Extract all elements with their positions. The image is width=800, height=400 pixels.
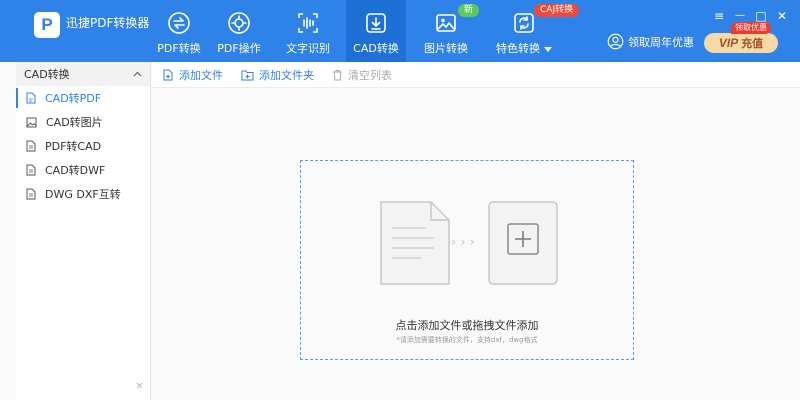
image-file-icon [26,117,37,127]
sidebar-item-label: DWG DXF互转 [45,188,121,201]
tab-label: CAD转换 [353,42,399,55]
caj-badge: CAJ转换 [534,4,580,17]
anniversary-promo[interactable]: 领取周年优惠 [607,33,694,50]
vip-text: 充值 [741,37,764,50]
tab-label: PDF转换 [157,42,201,55]
resize-grip-icon[interactable] [136,382,143,389]
sidebar-item-label: PDF转CAD [45,140,102,153]
dwf-file-icon [26,164,36,176]
add-folder-icon [241,70,254,80]
chevron-up-icon [133,71,142,77]
new-badge: 新 [458,4,480,17]
refresh-box-icon [514,13,534,33]
sidebar-item-cad-to-image[interactable]: CAD转图片 [16,110,150,134]
tab-pdf-convert[interactable]: PDF转换 [157,0,201,62]
sidebar: CAD转换 CAD转PDF CAD转图片 PDF转CAD CAD转DWF DWG… [16,62,151,400]
app-title: 迅捷PDF转换器 [66,16,150,30]
swap-circle-icon [168,12,190,34]
chevron-down-icon [544,46,552,52]
sidebar-item-label: CAD转图片 [46,116,103,129]
discount-tag: 领取优惠 [731,22,771,34]
title-bar: P 迅捷PDF转换器 PDF转换 PDF操作 文字识别 CAD转换 图片转换 新… [0,0,800,62]
tab-label-text: 特色转换 [496,42,540,55]
tab-label: 特色转换 [496,40,552,56]
sidebar-item-label: CAD转DWF [45,164,106,177]
vip-recharge-button[interactable]: VIP 充值 [704,33,778,53]
maximize-icon[interactable]: □ [755,10,767,22]
add-file-button[interactable]: 添加文件 [162,67,223,83]
image-icon [436,14,456,32]
file-toolbar: 添加文件 添加文件夹 清空列表 [152,62,800,88]
pdf-file-icon [26,92,36,104]
close-icon[interactable]: ✕ [776,10,788,22]
user-circle-icon [607,33,624,50]
gear-circle-icon [228,12,250,34]
minimize-icon[interactable]: — [734,10,746,22]
tab-pdf-operate[interactable]: PDF操作 [216,0,262,62]
add-folder-label: 添加文件夹 [259,68,314,82]
arrows-icon: › › › [451,235,475,250]
tab-label: 文字识别 [286,42,330,55]
tab-text-ocr[interactable]: 文字识别 [285,0,331,62]
drop-main-text: 点击添加文件或拖拽文件添加 [395,319,539,332]
tab-label: PDF操作 [217,42,261,55]
sidebar-item-pdf-to-cad[interactable]: PDF转CAD [16,134,150,158]
sidebar-item-cad-to-pdf[interactable]: CAD转PDF [16,86,150,110]
add-file-label: 添加文件 [179,68,223,82]
file-drop-zone[interactable]: › › › 点击添加文件或拖拽文件添加 *请添加需要转换的文件，支持dxf，dw… [300,160,634,360]
sidebar-item-cad-to-dwf[interactable]: CAD转DWF [16,158,150,182]
add-file-icon [163,69,173,80]
menu-icon[interactable]: ≡ [713,10,725,22]
drop-sub-text: *请添加需要转换的文件，支持dxf，dwg格式 [396,336,538,344]
trash-icon [333,69,342,80]
add-folder-button[interactable]: 添加文件夹 [241,67,314,83]
cad-file-icon [26,140,36,152]
dwg-file-icon [26,188,36,200]
clear-list-label: 清空列表 [348,68,392,82]
promo-label: 领取周年优惠 [628,35,694,49]
logo-letter: P [41,15,53,34]
clear-list-button[interactable]: 清空列表 [332,67,392,83]
sidebar-item-dwg-dxf[interactable]: DWG DXF互转 [16,182,150,206]
download-box-icon [366,13,386,33]
tab-label: 图片转换 [424,42,468,55]
app-logo: P [34,12,60,38]
vip-label: VIP 充值 [719,35,763,51]
sidebar-header-label: CAD转换 [24,68,70,81]
text-scan-icon [298,13,318,33]
document-icon [380,201,450,285]
tab-cad-convert[interactable]: CAD转换 [346,0,406,62]
sidebar-header[interactable]: CAD转换 [16,62,150,86]
vip-prefix: VIP [718,36,739,50]
sidebar-item-label: CAD转PDF [45,92,102,105]
